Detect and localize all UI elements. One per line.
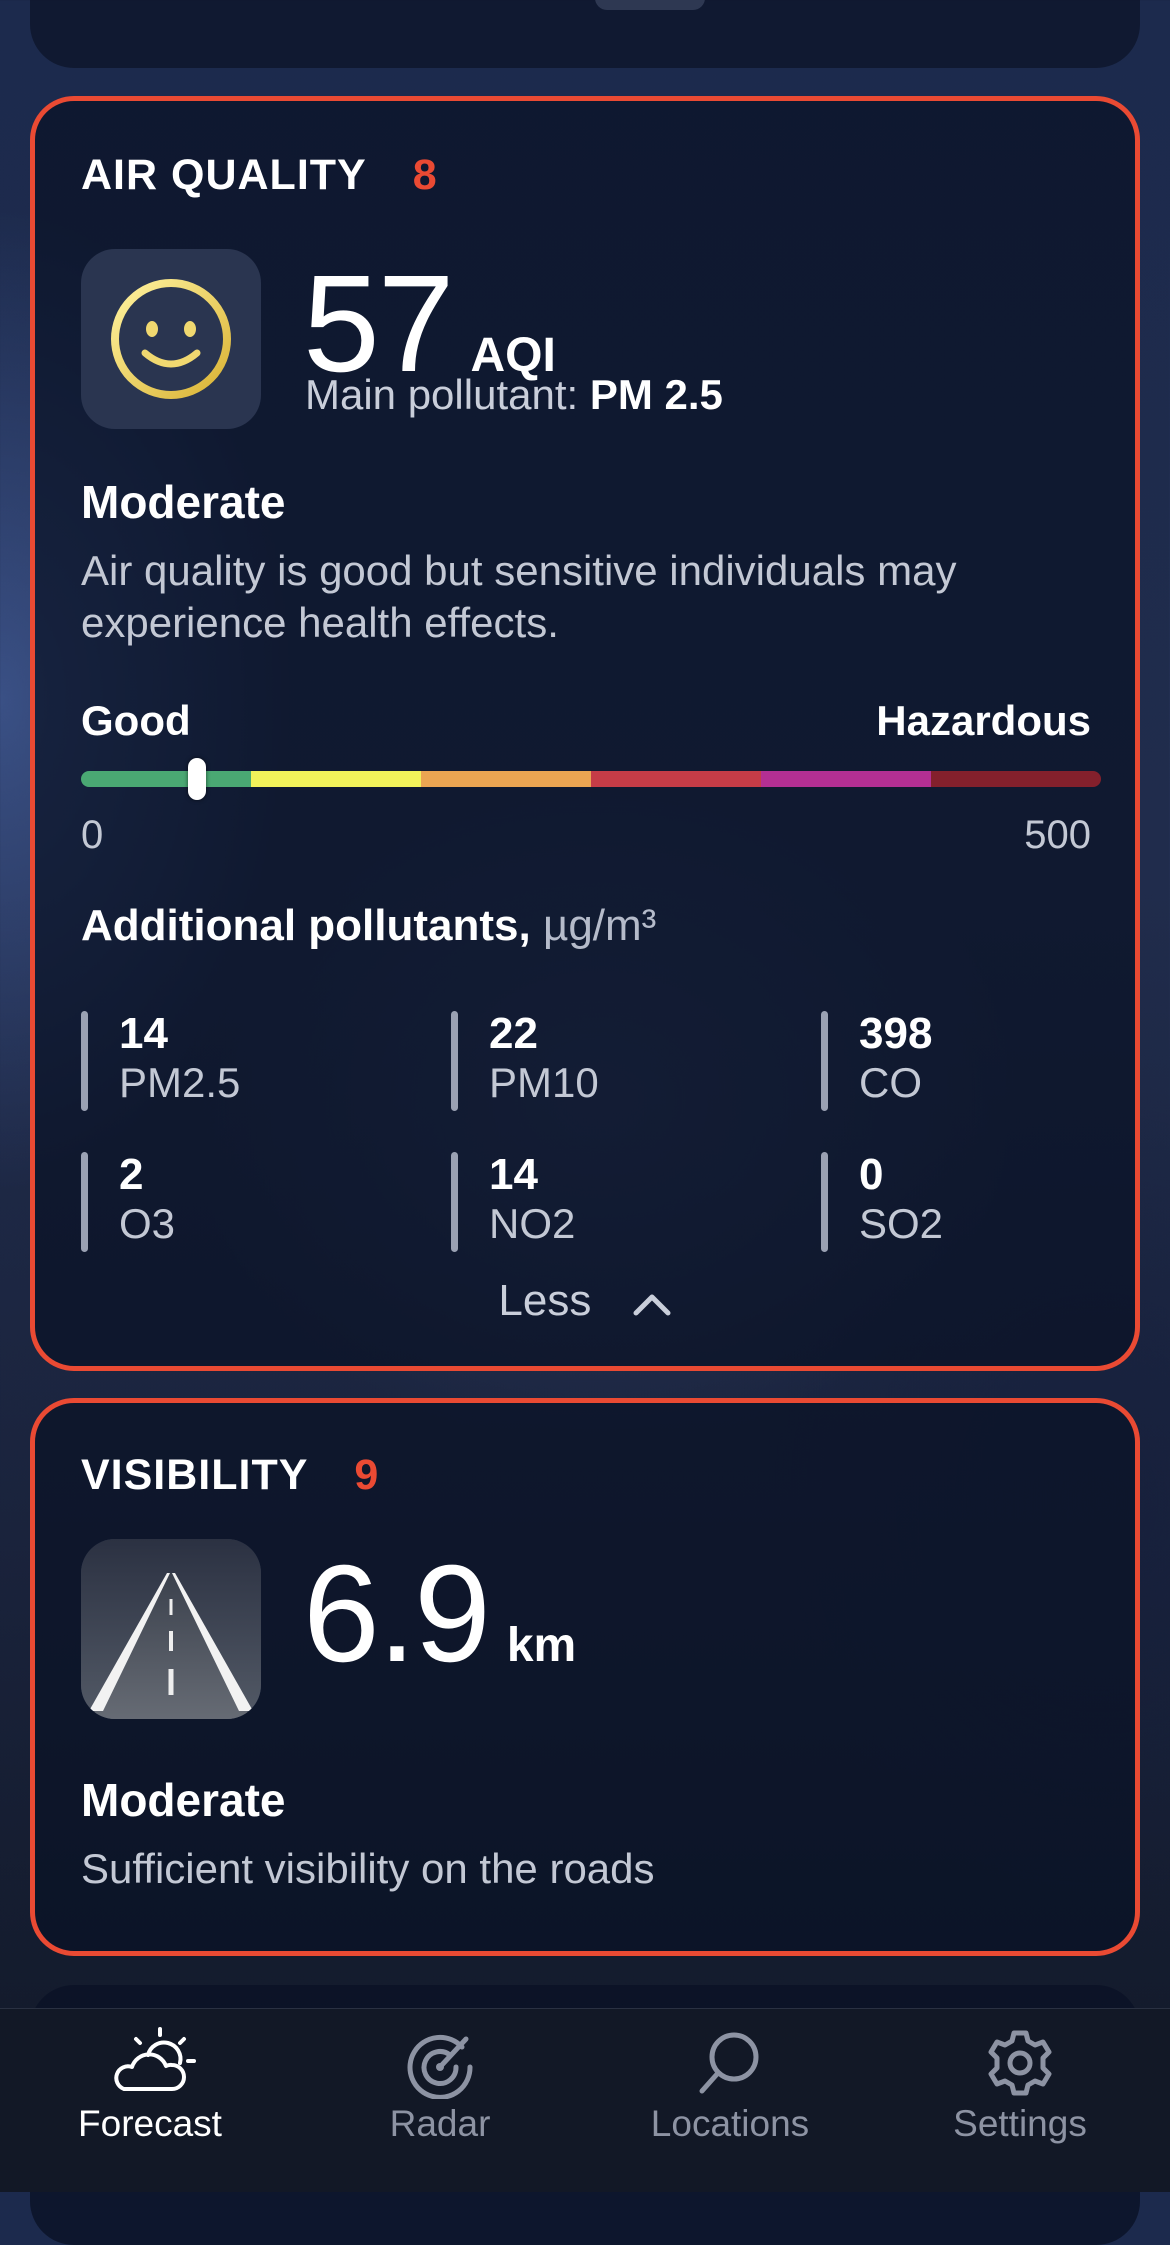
tab-forecast[interactable]: Forecast [4, 2009, 296, 2192]
pollutant-marker [81, 1152, 88, 1252]
visibility-header: VISIBILITY 9 [81, 1451, 378, 1500]
gear-icon [988, 2030, 1052, 2096]
air-quality-header: AIR QUALITY 8 [81, 151, 437, 200]
aqi-scale-segment [421, 771, 591, 787]
pollutant-item: 14 NO2 [451, 1150, 781, 1252]
main-pollutant: Main pollutant: PM 2.5 [305, 371, 723, 419]
aqi-scale-bar [81, 771, 1101, 787]
radar-icon [407, 2034, 473, 2099]
visibility-unit: km [506, 1619, 577, 1672]
aqi-scale-segment [591, 771, 761, 787]
main-pollutant-label: Main pollutant: [305, 371, 579, 418]
pollutant-name: PM10 [489, 1059, 599, 1106]
pollutant-item: 2 O3 [81, 1150, 411, 1252]
air-quality-category: Moderate [81, 476, 286, 528]
aqi-scale-segment [251, 771, 421, 787]
less-toggle-button[interactable]: Less [35, 1276, 1135, 1328]
pollutant-value: 398 [859, 1009, 933, 1058]
scale-low-label: Good [81, 697, 191, 744]
visibility-value-row: 6.9 km [303, 1545, 576, 1683]
tab-bar: Forecast Radar Locations Settings [0, 2008, 1170, 2192]
pollutant-name: O3 [119, 1200, 176, 1247]
air-quality-badge: 8 [412, 151, 437, 199]
chevron-up-icon [632, 1278, 672, 1328]
pollutant-name: NO2 [489, 1200, 576, 1247]
road-icon [81, 1539, 261, 1719]
air-quality-description: Air quality is good but sensitive indivi… [81, 547, 957, 646]
visibility-title: VISIBILITY [81, 1451, 309, 1499]
pollutant-value: 22 [489, 1009, 538, 1058]
card-handle [595, 0, 705, 10]
air-quality-title: AIR QUALITY [81, 151, 367, 199]
aqi-scale-segment [931, 771, 1101, 787]
visibility-description: Sufficient visibility on the roads [81, 1845, 655, 1892]
tab-locations[interactable]: Locations [584, 2009, 876, 2192]
scale-max: 500 [1024, 813, 1091, 857]
air-quality-card: AIR QUALITY 8 57 AQI Main pollutant: PM … [30, 96, 1140, 1371]
pollutant-name: SO2 [859, 1200, 944, 1247]
aqi-scale-segment [761, 771, 931, 787]
tab-settings[interactable]: Settings [874, 2009, 1166, 2192]
pollutant-value: 14 [489, 1150, 538, 1199]
less-toggle-label: Less [498, 1276, 592, 1325]
pollutant-marker [821, 1011, 828, 1111]
tab-radar[interactable]: Radar [294, 2009, 586, 2192]
scale-min: 0 [81, 813, 104, 857]
pollutant-value: 0 [859, 1150, 884, 1199]
pollutant-value: 2 [119, 1150, 144, 1199]
visibility-category: Moderate [81, 1774, 286, 1826]
pollutant-name: CO [859, 1059, 922, 1106]
additional-pollutants-title: Additional pollutants, µg/m³ [81, 901, 656, 951]
visibility-value: 6.9 [303, 1537, 491, 1691]
pollutant-marker [451, 1152, 458, 1252]
tab-locations-label: Locations [650, 2103, 810, 2144]
scale-high-label: Hazardous [876, 697, 1091, 744]
tab-radar-label: Radar [389, 2103, 491, 2144]
pollutant-marker [821, 1152, 828, 1252]
aqi-scale-indicator [188, 758, 207, 800]
pollutant-item: 22 PM10 [451, 1009, 781, 1111]
pollutant-marker [451, 1011, 458, 1111]
previous-card [30, 0, 1140, 68]
smiley-face-icon [81, 249, 261, 429]
pollutant-item: 398 CO [821, 1009, 1151, 1111]
visibility-badge: 9 [354, 1451, 379, 1499]
tab-settings-label: Settings [953, 2103, 1087, 2144]
cloud-sun-icon [114, 2027, 196, 2091]
pollutant-item: 0 SO2 [821, 1150, 1151, 1252]
visibility-card: VISIBILITY 9 6.9 km Moderate Sufficient … [30, 1398, 1140, 1956]
pollutant-name: PM2.5 [119, 1059, 241, 1106]
additional-pollutants-label: Additional pollutants, [81, 901, 531, 950]
aqi-scale-segment [81, 771, 251, 787]
pollutant-value: 14 [119, 1009, 168, 1058]
tab-forecast-label: Forecast [78, 2103, 222, 2144]
pollutant-item: 14 PM2.5 [81, 1009, 411, 1111]
additional-pollutants-unit: µg/m³ [542, 901, 657, 950]
pollutant-marker [81, 1011, 88, 1111]
main-pollutant-value: PM 2.5 [589, 371, 723, 418]
search-icon [699, 2032, 759, 2094]
